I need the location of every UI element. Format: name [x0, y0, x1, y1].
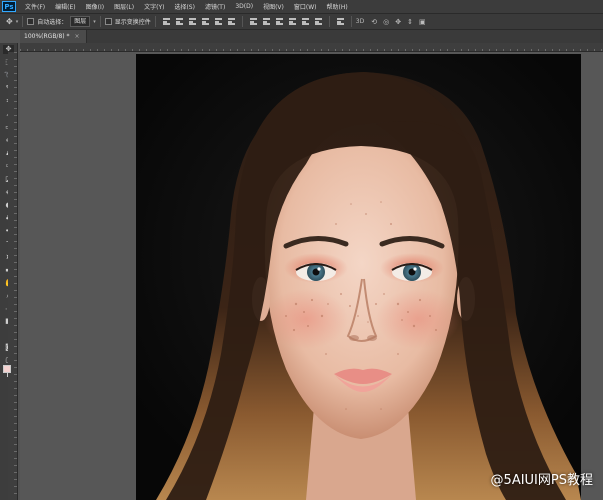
- separator: [22, 16, 24, 27]
- portrait-illustration: [136, 54, 581, 500]
- menu-type[interactable]: 文字(Y): [139, 2, 169, 11]
- horizontal-ruler[interactable]: [20, 43, 603, 52]
- menu-layer[interactable]: 图层(L): [109, 2, 139, 11]
- watermark-text: @5AIUI网PS教程: [490, 473, 593, 488]
- menu-image[interactable]: 图像(I): [81, 2, 109, 11]
- distribute-left-icon[interactable]: [288, 18, 296, 25]
- auto-select-label: 自动选择：: [37, 19, 68, 26]
- document-tab[interactable]: 100%(RGB/8) * ×: [20, 30, 87, 43]
- move-tool-preset-icon[interactable]: ✥: [6, 17, 13, 26]
- separator: [350, 16, 352, 27]
- portrait-photo[interactable]: [136, 54, 581, 500]
- canvas-area[interactable]: [20, 52, 603, 500]
- vertical-ruler[interactable]: [8, 52, 17, 500]
- separator: [241, 16, 243, 27]
- auto-select-dropdown[interactable]: 图层: [70, 16, 91, 27]
- align-right-icon[interactable]: [227, 18, 235, 25]
- options-bar: ✥ ▾ 自动选择： 图层 ▾ 显示变换控件 3D ⟲ ◎ ✥ ⇕ ▣: [0, 13, 603, 30]
- chevron-down-icon[interactable]: ▾: [93, 19, 96, 25]
- distribute-vcenter-icon[interactable]: [262, 18, 270, 25]
- foreground-color-swatch[interactable]: [3, 365, 11, 373]
- document-tab-title: 100%(RGB/8) *: [24, 33, 70, 40]
- 3d-mode-label: 3D: [355, 18, 365, 25]
- 3d-scale-icon[interactable]: ▣: [419, 18, 426, 26]
- align-bottom-icon[interactable]: [188, 18, 196, 25]
- distribute-bottom-icon[interactable]: [275, 18, 283, 25]
- 3d-pan-icon[interactable]: ✥: [395, 18, 401, 26]
- 3d-slide-icon[interactable]: ⇕: [407, 18, 413, 26]
- show-transform-label: 显示变换控件: [114, 19, 151, 26]
- separator: [154, 16, 156, 27]
- menu-edit[interactable]: 编辑(E): [50, 2, 80, 11]
- photoshop-logo: Ps: [2, 1, 16, 12]
- separator: [99, 16, 101, 27]
- align-top-icon[interactable]: [162, 18, 170, 25]
- menu-filter[interactable]: 滤镜(T): [200, 2, 230, 11]
- align-left-icon[interactable]: [201, 18, 209, 25]
- document-tab-bar: 100%(RGB/8) * ×: [20, 30, 603, 43]
- menu-3d[interactable]: 3D(D): [230, 3, 258, 10]
- distribute-right-icon[interactable]: [314, 18, 322, 25]
- 3d-rotate-icon[interactable]: ⟲: [371, 18, 377, 26]
- separator: [328, 16, 330, 27]
- distribute-top-icon[interactable]: [249, 18, 257, 25]
- menu-select[interactable]: 选择(S): [169, 2, 200, 11]
- distribute-hcenter-icon[interactable]: [301, 18, 309, 25]
- menu-help[interactable]: 帮助(H): [322, 2, 353, 11]
- menu-window[interactable]: 窗口(W): [289, 2, 322, 11]
- menu-view[interactable]: 视图(V): [258, 2, 289, 11]
- menu-file[interactable]: 文件(F): [20, 2, 50, 11]
- auto-select-checkbox[interactable]: [27, 18, 35, 25]
- align-vcenter-icon[interactable]: [175, 18, 183, 25]
- auto-align-icon[interactable]: [336, 18, 344, 25]
- 3d-roll-icon[interactable]: ◎: [383, 18, 389, 26]
- close-icon[interactable]: ×: [75, 33, 80, 40]
- show-transform-checkbox[interactable]: [104, 18, 112, 25]
- menu-bar: Ps 文件(F) 编辑(E) 图像(I) 图层(L) 文字(Y) 选择(S) 滤…: [0, 0, 603, 13]
- chevron-down-icon[interactable]: ▾: [16, 19, 19, 25]
- align-hcenter-icon[interactable]: [214, 18, 222, 25]
